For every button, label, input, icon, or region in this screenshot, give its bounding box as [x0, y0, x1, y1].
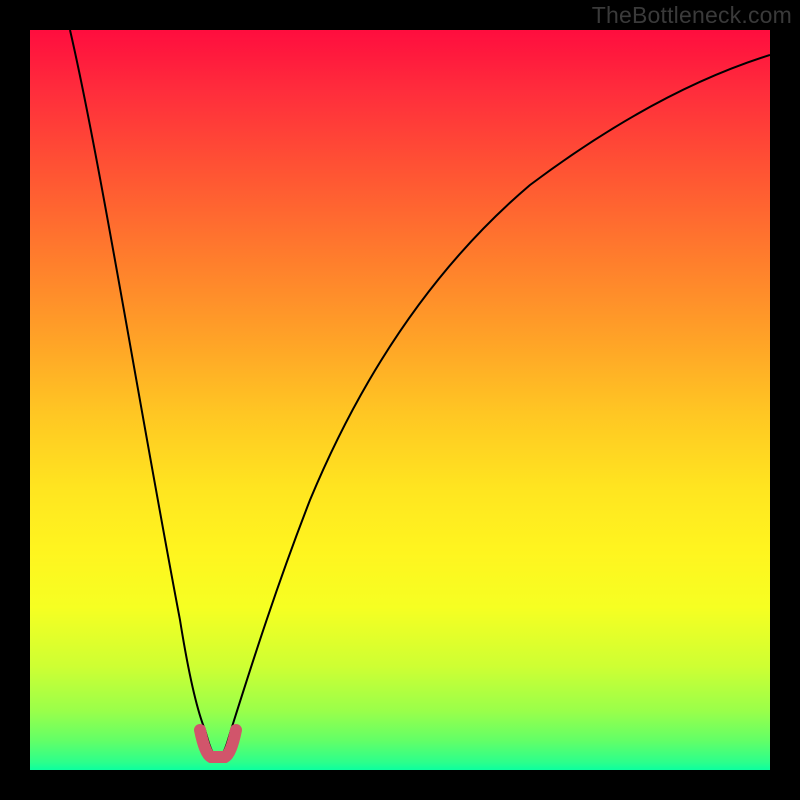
bottleneck-curve [30, 30, 770, 770]
curve-path [70, 30, 770, 757]
plot-area [30, 30, 770, 770]
watermark-text: TheBottleneck.com [592, 2, 792, 29]
chart-container: TheBottleneck.com [0, 0, 800, 800]
min-marker-u [200, 730, 236, 757]
